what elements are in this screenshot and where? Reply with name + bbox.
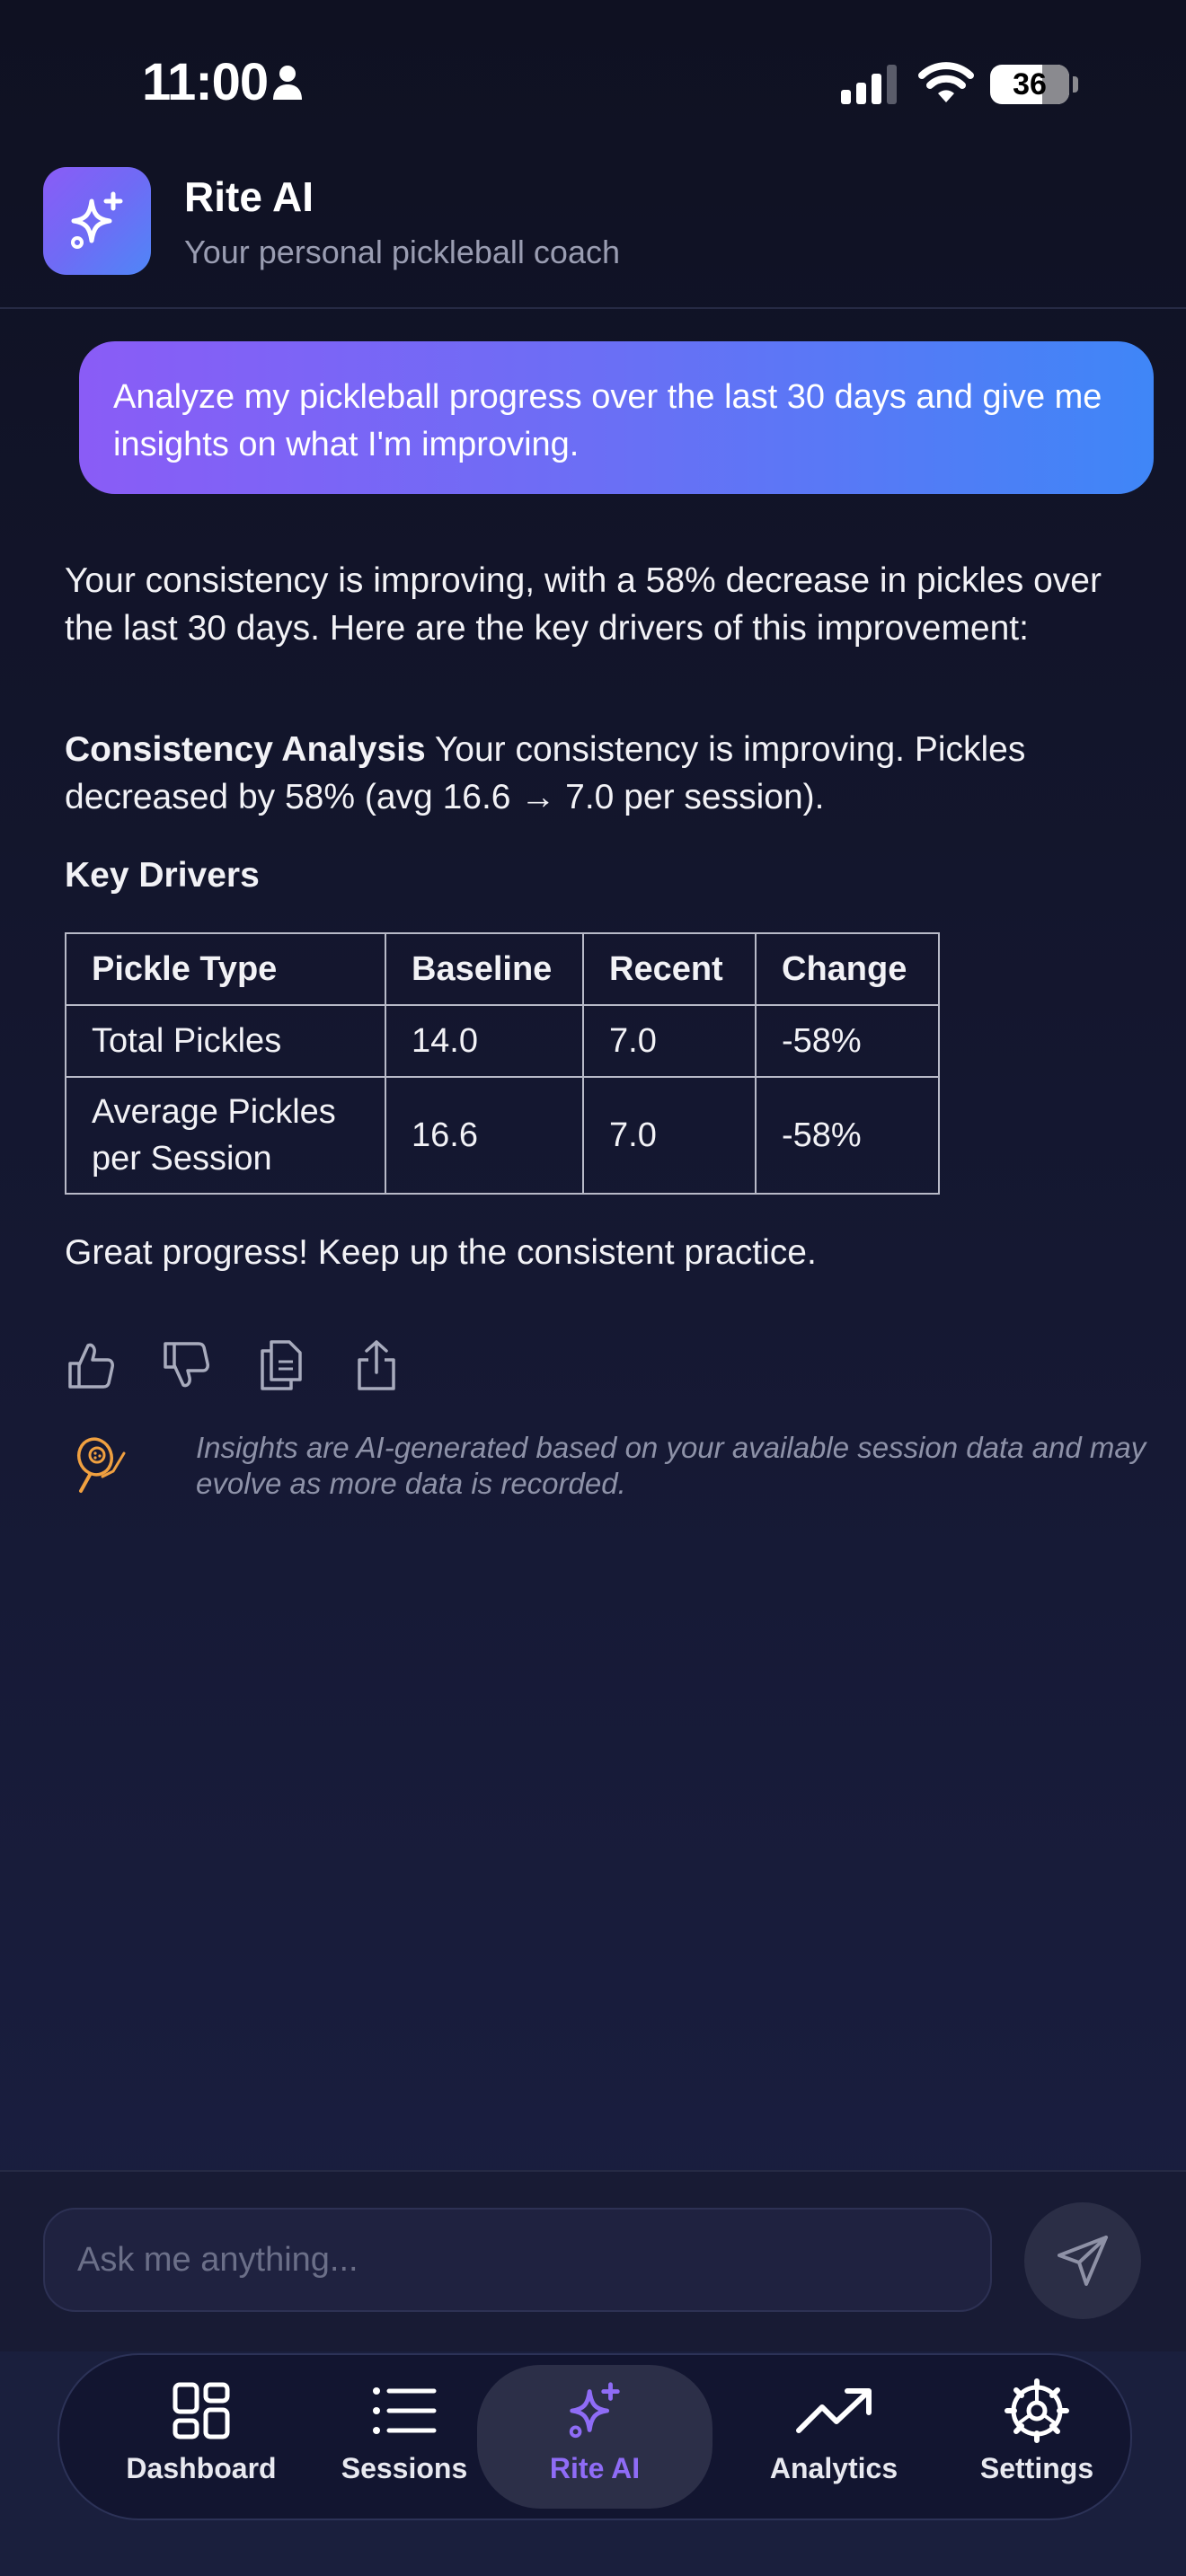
table-row: Total Pickles 14.0 7.0 -58% — [65, 1004, 940, 1078]
table-header-cell: Baseline — [385, 932, 584, 1006]
tab-sessions[interactable]: Sessions — [305, 2375, 503, 2499]
gear-icon — [1005, 2378, 1069, 2443]
table-header-cell: Change — [755, 932, 940, 1006]
battery-icon: 36 — [990, 65, 1069, 104]
sparkle-icon — [569, 2382, 620, 2439]
status-time: 11:00 — [142, 53, 269, 111]
tab-label: Rite AI — [549, 2452, 641, 2484]
key-drivers-table: Pickle Type Baseline Recent Change Total… — [65, 932, 940, 1195]
ai-closing-text: Great progress! Keep up the consistent p… — [65, 1233, 817, 1272]
share-button[interactable] — [350, 1338, 403, 1392]
table-header-row: Pickle Type Baseline Recent Change — [65, 932, 940, 1006]
message-input[interactable] — [43, 2208, 992, 2312]
thumbs-down-icon — [164, 1342, 209, 1388]
tab-rite-ai[interactable]: Rite AI — [477, 2365, 712, 2509]
key-drivers-heading: Key Drivers — [65, 856, 260, 895]
table-cell: Total Pickles — [65, 1004, 386, 1078]
share-icon — [358, 1340, 395, 1390]
analysis-heading: Consistency Analysis — [65, 730, 426, 769]
table-cell: -58% — [755, 1004, 940, 1078]
status-bar: 11:00 36 — [0, 0, 1186, 171]
user-message-bubble: Analyze my pickleball progress over the … — [79, 341, 1154, 494]
tab-label: Sessions — [341, 2452, 468, 2484]
wifi-icon — [918, 62, 974, 102]
person-icon — [273, 66, 302, 100]
pickleball-paddle-icon — [77, 1437, 126, 1493]
tab-label: Dashboard — [126, 2452, 277, 2484]
thumbs-down-button[interactable] — [160, 1338, 212, 1392]
tab-label: Analytics — [769, 2452, 898, 2484]
tab-bar: Dashboard Sessions Rite AI Analytics Set… — [58, 2353, 1132, 2520]
list-icon — [373, 2387, 437, 2434]
cellular-signal-icon — [841, 65, 897, 104]
tab-dashboard[interactable]: Dashboard — [102, 2375, 300, 2499]
tab-settings[interactable]: Settings — [938, 2375, 1136, 2499]
send-button[interactable] — [1024, 2202, 1141, 2319]
ai-analysis-paragraph: Consistency Analysis Your consistency is… — [65, 726, 1143, 821]
table-header-cell: Pickle Type — [65, 932, 386, 1006]
thumbs-up-button[interactable] — [65, 1338, 117, 1392]
chat-header: Rite AI Your personal pickleball coach — [0, 162, 1186, 309]
ai-disclaimer: Insights are AI-generated based on your … — [196, 1431, 1146, 1500]
table-header-cell: Recent — [582, 932, 757, 1006]
table-cell: 7.0 — [582, 1004, 757, 1078]
tab-analytics[interactable]: Analytics — [735, 2375, 933, 2499]
tab-label: Settings — [979, 2452, 1094, 2484]
table-cell: Average Pickles per Session — [65, 1076, 386, 1195]
page-subtitle: Your personal pickleball coach — [184, 234, 620, 270]
copy-icon — [261, 1340, 302, 1390]
user-message-text: Analyze my pickleball progress over the … — [113, 378, 1102, 463]
table-cell: -58% — [755, 1076, 940, 1195]
copy-button[interactable] — [255, 1338, 307, 1392]
sparkle-icon — [71, 191, 123, 249]
message-actions — [65, 1338, 403, 1392]
page-title: Rite AI — [184, 173, 314, 220]
send-icon — [1058, 2236, 1108, 2286]
thumbs-up-icon — [68, 1343, 114, 1389]
table-cell: 7.0 — [582, 1076, 757, 1195]
table-cell: 14.0 — [385, 1004, 584, 1078]
rite-ai-logo — [43, 167, 151, 275]
ai-response-intro: Your consistency is improving, with a 58… — [65, 561, 1102, 648]
battery-level: 36 — [1013, 67, 1047, 101]
trending-up-icon — [796, 2388, 872, 2433]
table-cell: 16.6 — [385, 1076, 584, 1195]
message-composer — [0, 2170, 1186, 2351]
table-row: Average Pickles per Session 16.6 7.0 -58… — [65, 1076, 940, 1195]
dashboard-icon — [173, 2382, 230, 2439]
